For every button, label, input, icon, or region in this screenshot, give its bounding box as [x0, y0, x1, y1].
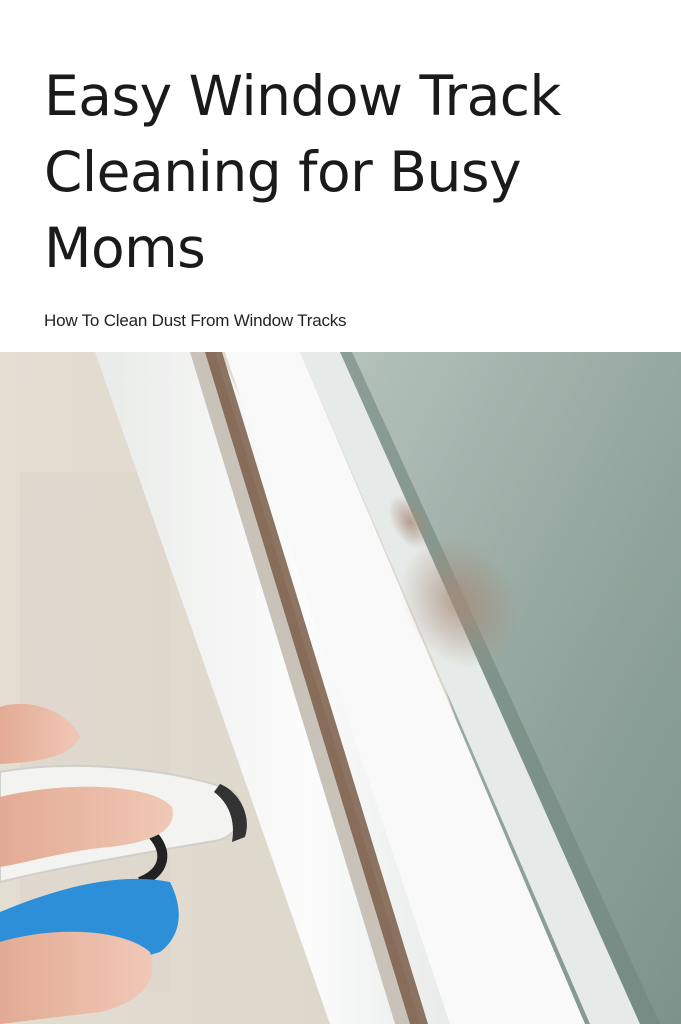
photo-illustration — [0, 352, 681, 1024]
page-title: Easy Window Track Cleaning for Busy Moms — [44, 64, 561, 280]
header: Easy Window Track Cleaning for Busy Moms… — [0, 0, 681, 352]
page-subtitle: How To Clean Dust From Window Tracks — [44, 311, 347, 330]
window-track-photo — [0, 352, 681, 1024]
